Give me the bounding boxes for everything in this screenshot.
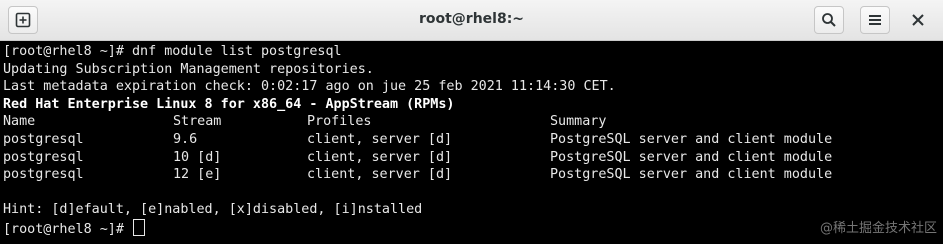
watermark: @稀土掘金技术社区 (819, 221, 937, 237)
terminal-output[interactable]: [root@rhel8 ~]# dnf module list postgres… (0, 41, 943, 244)
output-line: Last metadata expiration check: 0:02:17 … (3, 79, 616, 95)
shell-prompt: [root@rhel8 ~]# (3, 221, 132, 237)
repo-header: Red Hat Enterprise Linux 8 for x86_64 - … (3, 96, 455, 112)
search-button[interactable] (814, 6, 844, 34)
module-summary: PostgreSQL server and client module (550, 131, 833, 147)
prompt-line[interactable]: [root@rhel8 ~]# (3, 218, 943, 237)
terminal-window: root@rhel8:~ [root@rhel8 ~]# dnf module … (0, 0, 943, 244)
module-stream: 12 [e] (173, 167, 222, 183)
column-header-summary: Summary (550, 114, 607, 130)
module-name: postgresql (3, 131, 84, 147)
module-name: postgresql (3, 167, 84, 183)
command-line: [root@rhel8 ~]# dnf module list postgres… (3, 44, 342, 59)
text-cursor (133, 218, 145, 236)
module-stream: 10 [d] (173, 149, 222, 165)
table-row: postgresql 12 [e] client, server [d] Pos… (3, 166, 943, 184)
module-profiles: client, server [d] (307, 149, 453, 165)
module-profiles: client, server [d] (307, 131, 453, 147)
module-profiles: client, server [d] (307, 167, 453, 183)
search-icon (822, 13, 836, 27)
hamburger-menu-icon (869, 15, 881, 25)
module-stream: 9.6 (173, 131, 198, 147)
window-title: root@rhel8:~ (418, 11, 525, 27)
table-row: postgresql 10 [d] client, server [d] Pos… (3, 149, 943, 167)
column-header-name: Name (3, 114, 36, 130)
module-summary: PostgreSQL server and client module (550, 149, 833, 165)
title-bar: root@rhel8:~ (0, 0, 943, 41)
hint-line: Hint: [d]efault, [e]nabled, [x]disabled,… (3, 202, 423, 218)
close-button[interactable] (903, 6, 933, 34)
module-summary: PostgreSQL server and client module (550, 167, 833, 183)
table-row: postgresql 9.6 client, server [d] Postgr… (3, 131, 943, 149)
column-header-stream: Stream (173, 114, 222, 130)
column-header-profiles: Profiles (307, 114, 372, 130)
output-line: Updating Subscription Management reposit… (3, 61, 374, 77)
module-name: postgresql (3, 149, 84, 165)
table-header-row: Name Stream Profiles Summary (3, 113, 943, 131)
close-icon (912, 14, 924, 26)
menu-button[interactable] (860, 6, 890, 34)
